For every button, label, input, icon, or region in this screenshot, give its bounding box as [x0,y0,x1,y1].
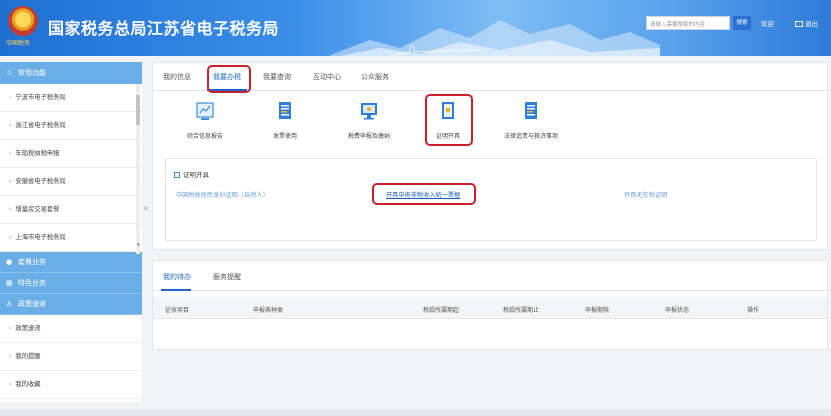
common-functions-header[interactable]: ☆ 常用功能 [0,62,142,84]
chevron-right-icon: › [9,353,12,360]
group-label: 套餐业务 [18,258,46,266]
scroll-down-icon[interactable]: ▼ [137,242,140,247]
group-policy-express[interactable]: ♙ 政策速递 [0,294,142,315]
sidebar-item-reminders[interactable]: › 我的提醒 [0,343,142,371]
search-input[interactable]: 请输入需要搜索的内容 [646,16,730,30]
column-header: 申报期限 [585,307,610,314]
column-header: 征收项目 [165,307,190,314]
link-tax-residency-certificate[interactable]: 中国税收居民身份证明（自然人） [176,190,269,199]
report-icon [196,102,214,120]
sidebar-item-ningbo[interactable]: › 宁波市电子税务局 [0,84,142,112]
todo-panel: 我的待办 服务提醒 征收项目 申报表种类 税款所属期起 税款所属期止 申报期限 … [152,260,828,350]
common-functions-list: › 宁波市电子税务局 › 浙江省电子税务局 › 车船税纳税申报 › 安徽省电子税务局 ›… [0,84,142,252]
group-label: 政策速递 [18,300,46,308]
chevron-right-icon: › [9,381,12,388]
highlight-link-annotation [372,183,476,205]
icon-label: 法律追责与救济事项 [503,133,558,140]
sidebar-item-label: 浙江省电子税务局 [15,122,66,129]
sidebar-item-label: 车船税纳税申报 [15,150,60,157]
certificate-section-title: 证明开具 [174,169,209,179]
highlight-tab-annotation [207,65,251,93]
main-panel: 我的信息 我要办税 我要查询 互动中心 公众服务 综合信息报告 发票使用 税费申… [152,62,828,250]
tab-my-todo[interactable]: 我的待办 [163,272,191,282]
tab-public-service[interactable]: 公众服务 [361,72,389,82]
sidebar-item-anhui[interactable]: › 安徽省电子税务局 [0,168,142,196]
logout-icon [795,21,803,27]
sidebar-item-favorites[interactable]: › 我的收藏 [0,371,142,399]
invoice-usage-button[interactable]: 发票使用 [245,101,325,140]
grid-icon: ▦ [6,279,13,287]
active-tab-indicator [161,289,191,291]
search-button[interactable]: 搜索 [733,16,751,30]
column-header: 申报表种类 [253,307,284,314]
mountain-banner [330,20,660,56]
sidebar-item-policy[interactable]: › 政策速递 [0,315,142,343]
certificate-section: 证明开具 中国税收居民身份证明（自然人） 开具中央非税收入统一票据 开具无欠税证… [165,158,817,241]
tab-query[interactable]: 我要查询 [263,72,291,82]
sidebar-collapse-button[interactable]: « [141,190,151,228]
header: 中国税务 国家税务总局江苏省电子税务局 请输入需要搜索的内容 搜索 欢迎 退出 [0,0,831,56]
icon-label: 综合信息报告 [186,133,223,140]
monitor-icon [361,103,377,120]
footer-bar [0,409,831,416]
chevron-right-icon: › [9,150,12,157]
sidebar-scrollbar-thumb[interactable] [136,95,140,125]
checkbox-icon [174,172,180,178]
group-label: 特色业务 [18,279,46,287]
sidebar-item-label: 我的提醒 [15,353,41,360]
common-functions-label: 常用功能 [18,69,46,77]
sidebar-item-label: 安徽省电子税务局 [15,178,66,185]
tax-emblem-icon [8,6,38,36]
logout-label: 退出 [805,20,818,28]
sidebar-item-label: 政策速递 [15,325,41,332]
group-special-business[interactable]: ▦ 特色业务 [0,273,142,294]
sidebar-item-label: 上海市电子税务局 [15,234,66,241]
link-no-tax-arrears-certificate[interactable]: 开具无欠税证明 [624,190,667,199]
tax-declaration-button[interactable]: 税费申报及缴纳 [329,101,409,140]
site-title: 国家税务总局江苏省电子税务局 [48,19,280,38]
sidebar-item-label: 宁波市电子税务局 [15,94,66,101]
star-icon: ☆ [6,69,13,77]
sidebar-item-zhejiang[interactable]: › 浙江省电子税务局 [0,112,142,140]
todo-table-header: 征收项目 申报表种类 税款所属期起 税款所属期止 申报期限 申报状态 操作 [153,297,827,319]
column-header: 税款所属期起 [423,307,460,314]
icon-label: 税费申报及缴纳 [347,133,390,140]
sidebar-item-shanghai[interactable]: › 上海市电子税务局 [0,224,142,252]
package-icon: ● [6,258,13,266]
column-header: 操作 [747,307,760,314]
sidebar-item-label: 增量房交易套餐 [15,206,60,213]
highlight-certificate-annotation [425,94,473,146]
chevron-right-icon: › [9,325,12,332]
sidebar-item-housing[interactable]: › 增量房交易套餐 [0,196,142,224]
sidebar-item-vehicle-tax[interactable]: › 车船税纳税申报 [0,140,142,168]
legal-remedy-button[interactable]: 法律追责与救济事项 [491,101,571,140]
document-icon [525,102,537,119]
main-tabs: 我的信息 我要办税 我要查询 互动中心 公众服务 [153,63,827,91]
certificate-section-label: 证明开具 [183,171,209,179]
column-header: 税款所属期止 [503,307,540,314]
column-header: 申报状态 [665,307,690,314]
sidebar: ☆ 常用功能 › 宁波市电子税务局 › 浙江省电子税务局 › 车船税纳税申报 › 安徽省电… [0,62,142,402]
tab-service-reminder[interactable]: 服务提醒 [213,272,241,282]
tab-my-info[interactable]: 我的信息 [163,72,191,82]
comprehensive-report-button[interactable]: 综合信息报告 [165,101,245,140]
invoice-icon [279,102,291,119]
welcome-text: 欢迎 [761,20,774,28]
chevron-right-icon: › [9,122,12,129]
chevron-right-icon: › [9,94,12,101]
person-icon: ♙ [6,300,13,308]
logout-button[interactable]: 退出 [795,18,818,28]
icon-label: 发票使用 [272,133,297,140]
tab-interaction[interactable]: 互动中心 [313,72,341,82]
chevron-right-icon: › [9,206,12,213]
sidebar-item-label: 我的收藏 [15,381,41,388]
group-package-business[interactable]: ● 套餐业务 [0,252,142,273]
todo-tabs: 我的待办 服务提醒 [153,261,827,291]
emblem-text: 中国税务 [6,40,31,47]
chevron-right-icon: › [9,178,12,185]
chevron-right-icon: › [9,234,12,241]
